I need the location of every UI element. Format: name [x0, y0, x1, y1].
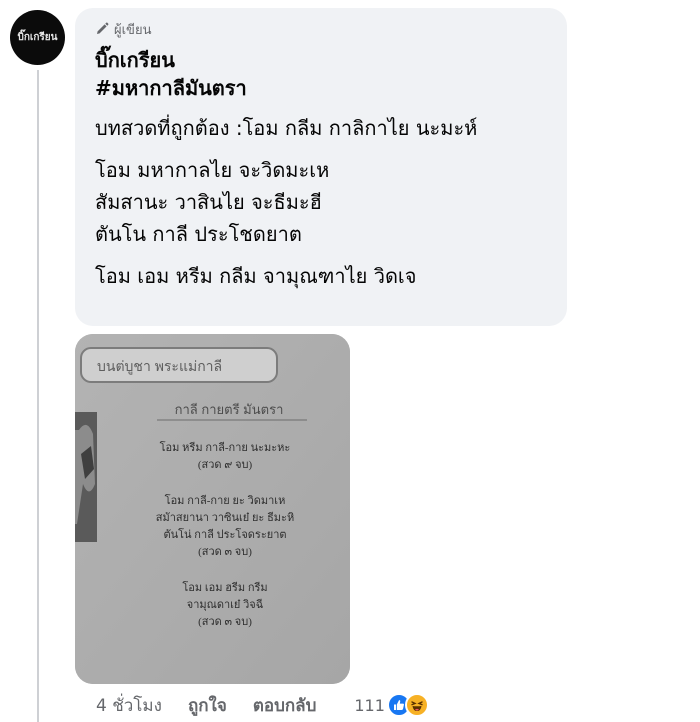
verse-line: (สวด ๓ จบ) [198, 546, 252, 558]
book-title: กาลี กายตรี มันตรา [175, 402, 284, 417]
comment-paragraph: บทสวดที่ถูกต้อง :โอม กลีม กาลิกาไย นะมะห… [95, 112, 553, 144]
comment-line: โอม มหากาลไย จะวิดมะเห [95, 158, 330, 182]
verse-line: โอม เอม ฮรีม กรีม [182, 580, 267, 594]
comment-paragraph: โอม เอม หรีม กลีม จามุณฑาไย วิดเจ [95, 260, 553, 292]
comment-bubble: ผู้เขียน บิ๊กเกรียน #มหากาลีมันตรา บทสวด… [75, 8, 567, 326]
attached-photo[interactable]: บนต่บูชา พระแม่กาลี กาลี กายตรี มันตรา โ… [75, 334, 350, 684]
book-page-image: บนต่บูชา พระแม่กาลี กาลี กายตรี มันตรา โ… [75, 334, 350, 684]
author-badge: ผู้เขียน [95, 18, 553, 40]
verse-line: จามุณดาเย๋ วิจฉี [187, 598, 263, 611]
verse-line: สมัาสยานา วาซินเย๋ ยะ ธีมะหิ [156, 511, 294, 524]
comment-line: บทสวดที่ถูกต้อง :โอม กลีม กาลิกาไย นะมะห… [95, 116, 478, 140]
book-header-text: บนต่บูชา พระแม่กาลี [97, 358, 222, 375]
haha-reaction-icon [404, 693, 429, 717]
author-badge-label: ผู้เขียน [114, 22, 152, 38]
verse-line: โอม หรีม กาลี-กาย นะมะหะ [160, 440, 291, 454]
hashtag-link[interactable]: #มหากาลีมันตรา [95, 74, 553, 102]
avatar[interactable]: บิ๊กเกรียน [10, 10, 65, 65]
avatar-logo-text: บิ๊กเกรียน [17, 32, 58, 43]
pencil-icon [97, 22, 109, 34]
comment-line: ตันโน กาลี ประโชดยาต [95, 222, 302, 246]
comment-actions: 4 ชั่วโมง ถูกใจ ตอบกลับ 111 [96, 693, 429, 717]
verse-line: (สวด ๙ จบ) [198, 459, 253, 471]
author-name[interactable]: บิ๊กเกรียน [95, 46, 553, 74]
comment-paragraph: โอม มหากาลไย จะวิดมะเห สัมสานะ วาสินไย จ… [95, 154, 553, 250]
timestamp-link[interactable]: 4 ชั่วโมง [96, 692, 162, 719]
verse-line: ตันโน่ กาลี ประโจดระยาต [163, 527, 286, 541]
reaction-summary[interactable]: 111 [354, 693, 429, 717]
like-button[interactable]: ถูกใจ [188, 692, 227, 719]
thread-line [37, 70, 39, 722]
verse-line: โอม กาลี-กาย ยะ วิดมาเห [165, 493, 286, 507]
verse-line: (สวด ๓ จบ) [198, 616, 252, 628]
reply-button[interactable]: ตอบกลับ [253, 692, 317, 719]
reaction-count: 111 [354, 695, 385, 715]
comment-line: โอม เอม หรีม กลีม จามุณฑาไย วิดเจ [95, 264, 417, 288]
comment-line: สัมสานะ วาสินไย จะธีมะฮี [95, 190, 322, 214]
